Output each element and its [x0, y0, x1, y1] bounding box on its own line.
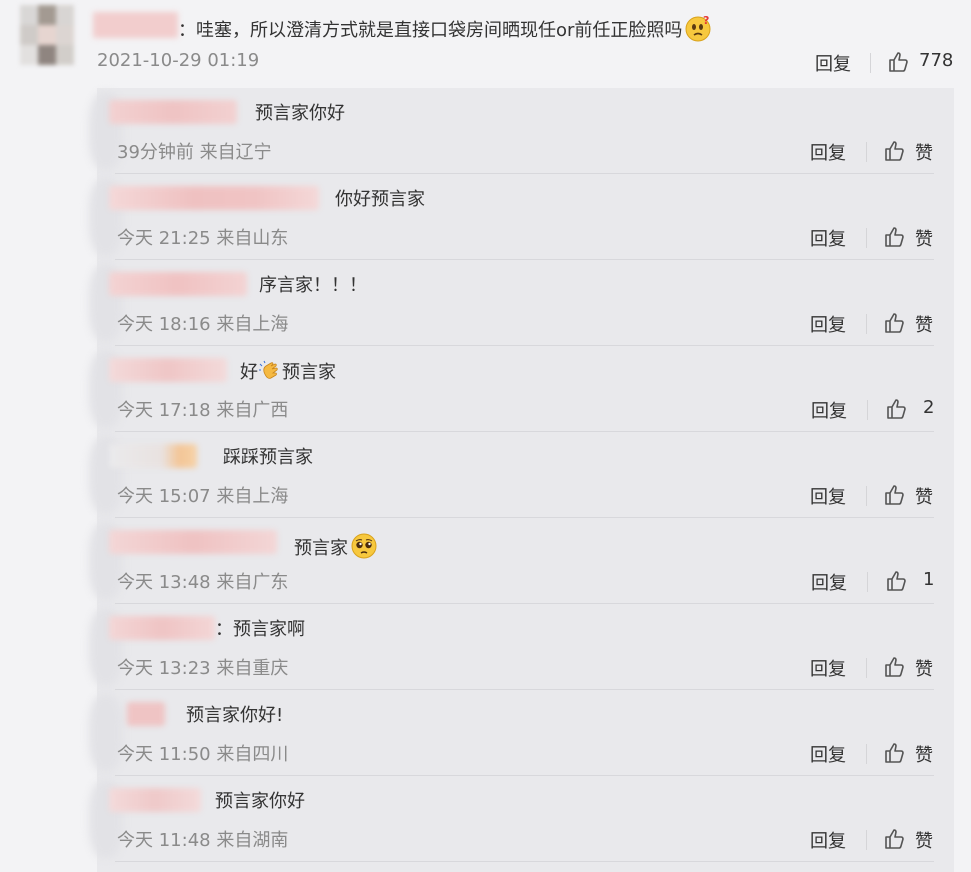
thinking-question-face-icon: ?	[685, 14, 711, 42]
username-redacted[interactable]	[109, 100, 237, 124]
like-button[interactable]: 赞	[915, 311, 933, 337]
reply-text: 预言家你好!	[186, 705, 284, 726]
reply-button[interactable]: 回复	[810, 827, 846, 853]
like-button[interactable]: 赞	[915, 139, 933, 165]
reply-text: 踩踩预言家	[223, 447, 313, 468]
main-comment: ：哇塞，所以澄清方式就是直接口袋房间晒现任or前任正脸照吗 ? 2021-10-…	[0, 0, 971, 88]
username-redacted[interactable]	[109, 272, 247, 296]
reply-item: 序言家！！！ 今天 18:16 来自上海 回复 赞	[89, 260, 954, 346]
reply-text: 预言家你好	[255, 103, 345, 124]
reply-button[interactable]: 回复	[810, 225, 846, 251]
reply-item: 预言家你好 今天 11:48 来自湖南 回复 赞	[89, 776, 954, 862]
username-redacted[interactable]	[109, 616, 215, 640]
reply-meta: 今天 11:48 来自湖南	[117, 830, 289, 851]
reply-item: 预言家 今天 13:48 来自广东 回复 1	[89, 518, 954, 604]
avatar[interactable]	[20, 5, 75, 65]
divider	[866, 486, 867, 506]
reply-meta: 今天 17:18 来自广西	[117, 400, 289, 421]
username-redacted[interactable]	[109, 788, 201, 812]
reply-item: 踩踩预言家 今天 15:07 来自上海 回复 赞	[89, 432, 954, 518]
like-button[interactable]: 赞	[915, 827, 933, 853]
divider	[866, 142, 867, 162]
username-redacted[interactable]	[93, 12, 178, 38]
divider	[867, 400, 868, 420]
reply-text: 预言家你好	[215, 791, 305, 812]
thumbs-up-icon[interactable]	[885, 397, 909, 421]
reply-meta: 今天 13:48 来自广东	[117, 572, 289, 593]
thumbs-up-icon[interactable]	[883, 139, 907, 163]
divider	[866, 228, 867, 248]
pleading-face-icon	[351, 533, 377, 559]
reply-item: 预言家你好! 今天 11:50 来自四川 回复 赞	[89, 690, 954, 776]
replies-container: 预言家你好 39分钟前 来自辽宁 回复 赞 你好预言家 今天 21:25 来自山…	[89, 88, 954, 872]
reply-meta: 今天 15:07 来自上海	[117, 486, 289, 507]
like-button[interactable]: 赞	[915, 225, 933, 251]
username-redacted[interactable]	[109, 186, 319, 210]
thumbs-up-icon[interactable]	[885, 569, 909, 593]
reply-button[interactable]: 回复	[811, 569, 847, 595]
like-button[interactable]: 赞	[915, 483, 933, 509]
username-redacted[interactable]	[109, 530, 277, 554]
thumbs-up-icon[interactable]	[883, 311, 907, 335]
username-redacted[interactable]	[109, 358, 227, 382]
username-redacted[interactable]	[109, 444, 197, 468]
reply-item: 好 预言家 今天 17:18 来自广西 回复 2	[89, 346, 954, 432]
thumbs-up-icon[interactable]	[883, 225, 907, 249]
reply-text: 好 预言家	[240, 360, 336, 383]
reply-button[interactable]: 回复	[810, 741, 846, 767]
like-button[interactable]: 赞	[915, 655, 933, 681]
reply-item: ：预言家啊 今天 13:23 来自重庆 回复 赞	[89, 604, 954, 690]
divider	[866, 744, 867, 764]
thumbs-up-icon[interactable]	[883, 483, 907, 507]
reply-text: 你好预言家	[335, 189, 425, 210]
thumbs-up-icon[interactable]	[883, 741, 907, 765]
divider	[866, 658, 867, 678]
reply-text: ：预言家啊	[215, 619, 305, 640]
thumbs-up-icon[interactable]	[883, 827, 907, 851]
reply-button[interactable]: 回复	[810, 311, 846, 337]
reply-button[interactable]: 回复	[811, 397, 847, 423]
username-redacted[interactable]	[127, 702, 165, 726]
divider	[866, 314, 867, 334]
reply-item: 预言家你好 39分钟前 来自辽宁 回复 赞	[89, 88, 954, 174]
reply-item: 你好预言家 今天 21:25 来自山东 回复 赞	[89, 174, 954, 260]
reply-button[interactable]: 回复	[810, 483, 846, 509]
reply-meta: 39分钟前 来自辽宁	[117, 142, 272, 163]
comment-timestamp: 2021-10-29 01:19	[97, 50, 260, 71]
reply-meta: 今天 18:16 来自上海	[117, 314, 289, 335]
divider	[866, 830, 867, 850]
like-count[interactable]: 778	[919, 50, 953, 71]
reply-meta: 今天 21:25 来自山东	[117, 228, 289, 249]
thumbs-up-icon[interactable]	[883, 655, 907, 679]
thumbs-up-icon[interactable]	[887, 50, 911, 74]
like-count[interactable]: 1	[923, 569, 934, 590]
divider	[867, 572, 868, 592]
clapping-hands-icon	[259, 360, 278, 379]
like-count[interactable]: 2	[923, 397, 934, 418]
reply-text: 预言家	[294, 532, 378, 561]
like-button[interactable]: 赞	[915, 741, 933, 767]
reply-button[interactable]: 回复	[815, 50, 851, 76]
reply-button[interactable]: 回复	[810, 655, 846, 681]
svg-text:?: ?	[703, 14, 709, 27]
reply-text: 序言家！！！	[259, 275, 367, 296]
divider	[115, 861, 934, 862]
comment-text: ：哇塞，所以澄清方式就是直接口袋房间晒现任or前任正脸照吗 ?	[178, 14, 712, 43]
reply-button[interactable]: 回复	[810, 139, 846, 165]
divider	[870, 53, 871, 73]
reply-meta: 今天 13:23 来自重庆	[117, 658, 289, 679]
reply-meta: 今天 11:50 来自四川	[117, 744, 289, 765]
